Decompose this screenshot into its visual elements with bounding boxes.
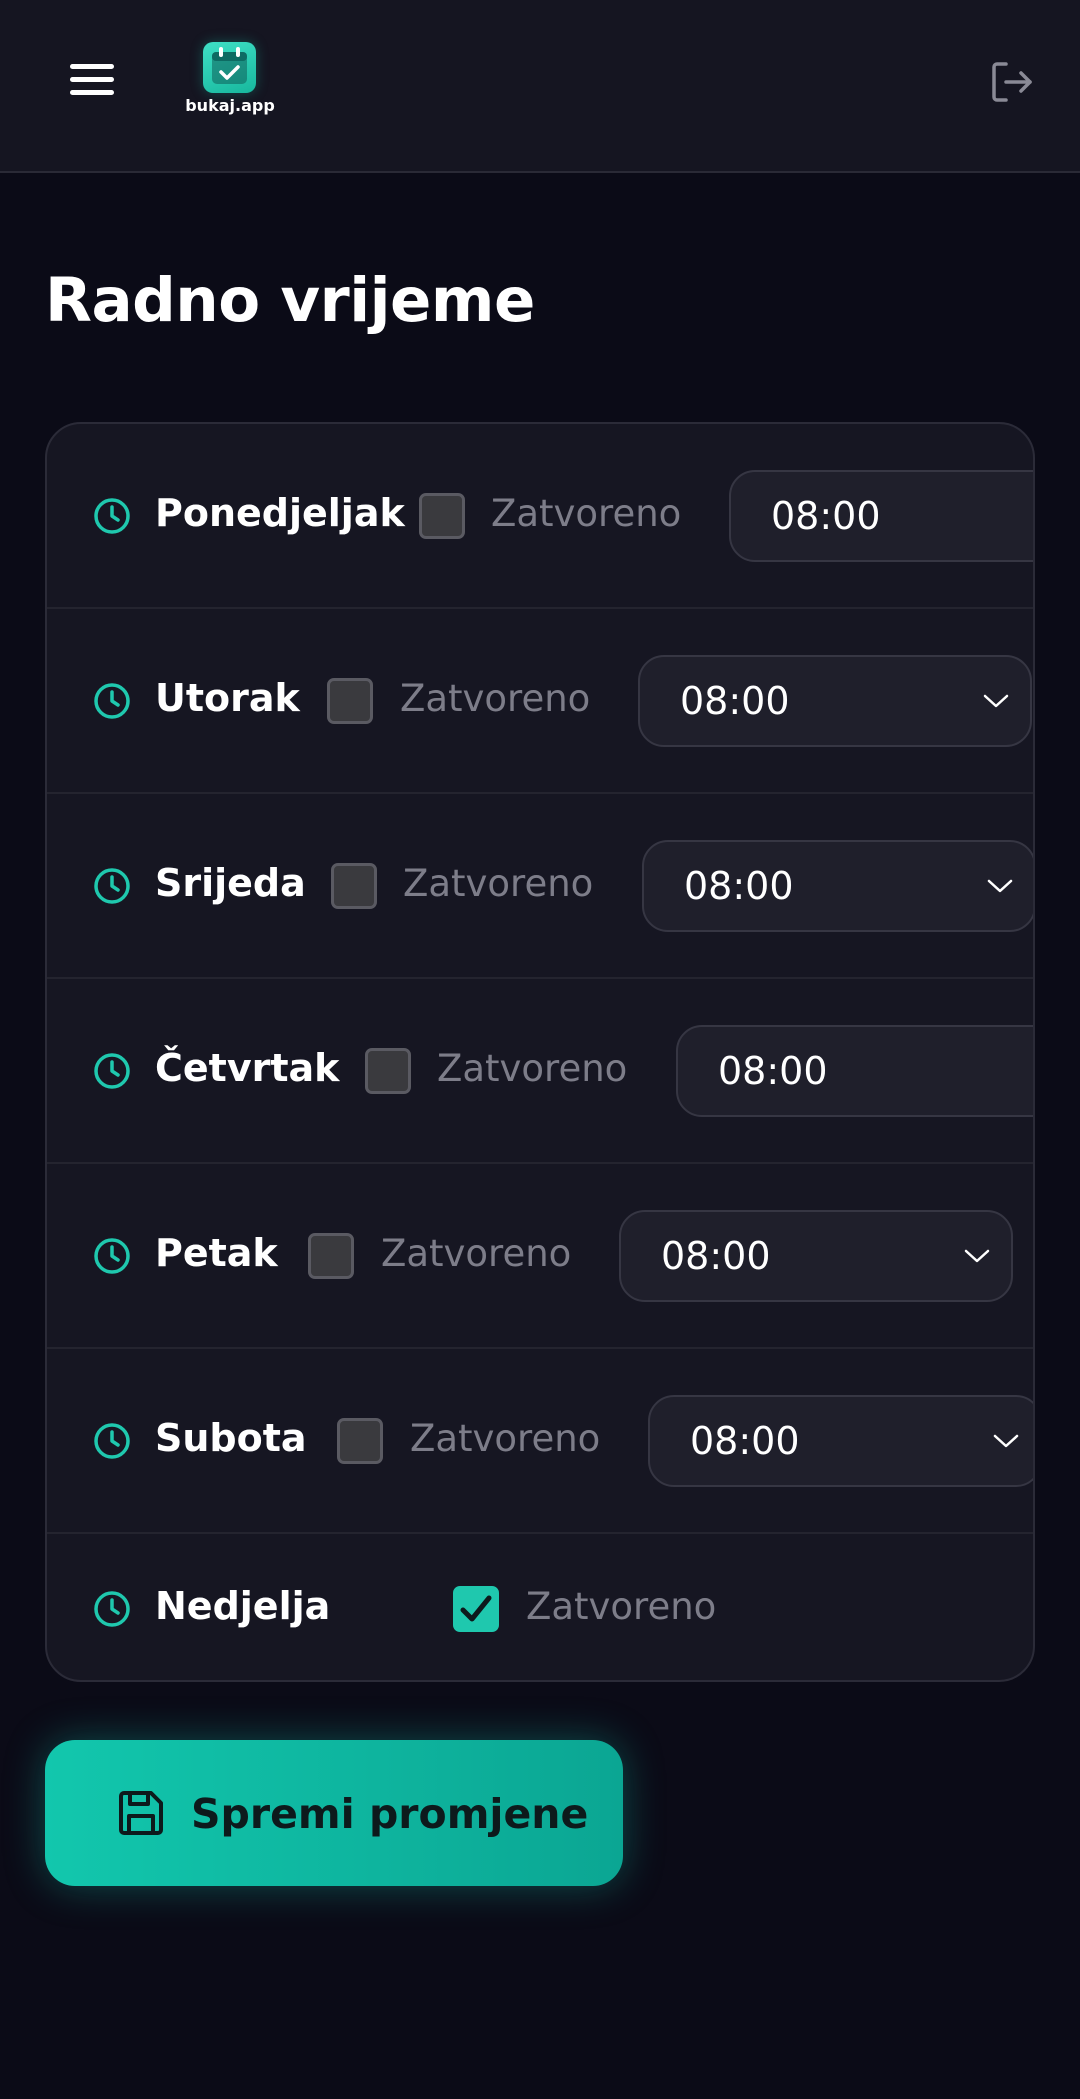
- working-hours-card: Ponedjeljak Zatvoreno 08:00 Utorak Zatvo…: [45, 422, 1035, 1682]
- day-row-petak: Petak Zatvoreno 08:00: [47, 1164, 1033, 1349]
- clock-icon: [94, 683, 130, 719]
- chevron-down-icon: [983, 694, 1009, 708]
- closed-label: Zatvoreno: [400, 677, 591, 720]
- day-name: Ponedjeljak: [155, 491, 405, 535]
- closed-label: Zatvoreno: [437, 1047, 628, 1090]
- chevron-down-icon: [993, 1434, 1019, 1448]
- clock-icon: [94, 1591, 130, 1627]
- closed-checkbox[interactable]: [331, 863, 377, 909]
- logout-icon[interactable]: [988, 58, 1036, 106]
- open-time-value: 08:00: [661, 1234, 771, 1278]
- closed-label: Zatvoreno: [403, 862, 594, 905]
- logo-text[interactable]: bukaj.app: [180, 96, 280, 115]
- top-bar: bukaj.app: [0, 0, 1080, 173]
- save-icon: [119, 1791, 163, 1835]
- chevron-down-icon: [987, 879, 1013, 893]
- clock-icon: [94, 1423, 130, 1459]
- day-row-utorak: Utorak Zatvoreno 08:00: [47, 609, 1033, 794]
- open-time-select[interactable]: 08:00: [619, 1210, 1013, 1302]
- closed-checkbox[interactable]: [327, 678, 373, 724]
- chevron-down-icon: [964, 1249, 990, 1263]
- closed-checkbox[interactable]: [365, 1048, 411, 1094]
- page-title: Radno vrijeme: [45, 265, 535, 336]
- save-button-label: Spremi promjene: [191, 1790, 589, 1838]
- open-time-select[interactable]: 08:00: [676, 1025, 1033, 1117]
- open-time-select[interactable]: 08:00: [729, 470, 1033, 562]
- closed-checkbox[interactable]: [308, 1233, 354, 1279]
- open-time-value: 08:00: [680, 679, 790, 723]
- clock-icon: [94, 498, 130, 534]
- day-name: Subota: [155, 1416, 307, 1460]
- calendar-check-icon[interactable]: [203, 42, 256, 93]
- open-time-value: 08:00: [690, 1419, 800, 1463]
- clock-icon: [94, 1238, 130, 1274]
- hamburger-menu-icon[interactable]: [70, 60, 118, 100]
- day-name: Četvrtak: [155, 1046, 340, 1090]
- day-name: Petak: [155, 1231, 278, 1275]
- closed-label: Zatvoreno: [410, 1417, 601, 1460]
- open-time-value: 08:00: [771, 494, 881, 538]
- day-row-srijeda: Srijeda Zatvoreno 08:00: [47, 794, 1033, 979]
- closed-label: Zatvoreno: [526, 1585, 717, 1628]
- open-time-select[interactable]: 08:00: [648, 1395, 1033, 1487]
- clock-icon: [94, 1053, 130, 1089]
- save-changes-button[interactable]: Spremi promjene: [45, 1740, 623, 1886]
- day-name: Srijeda: [155, 861, 306, 905]
- closed-checkbox[interactable]: [337, 1418, 383, 1464]
- closed-checkbox-checked[interactable]: [453, 1586, 499, 1632]
- open-time-select[interactable]: 08:00: [642, 840, 1033, 932]
- day-row-nedjelja: Nedjelja Zatvoreno: [47, 1534, 1033, 1680]
- day-row-subota: Subota Zatvoreno 08:00: [47, 1349, 1033, 1534]
- checkmark-icon: [460, 1595, 492, 1622]
- closed-label: Zatvoreno: [381, 1232, 572, 1275]
- open-time-value: 08:00: [718, 1049, 828, 1093]
- closed-checkbox[interactable]: [419, 493, 465, 539]
- open-time-select[interactable]: 08:00: [638, 655, 1032, 747]
- clock-icon: [94, 868, 130, 904]
- day-name: Nedjelja: [155, 1584, 331, 1628]
- open-time-value: 08:00: [684, 864, 794, 908]
- day-name: Utorak: [155, 676, 300, 720]
- day-row-cetvrtak: Četvrtak Zatvoreno 08:00: [47, 979, 1033, 1164]
- day-row-ponedjeljak: Ponedjeljak Zatvoreno 08:00: [47, 424, 1033, 609]
- closed-label: Zatvoreno: [491, 492, 682, 535]
